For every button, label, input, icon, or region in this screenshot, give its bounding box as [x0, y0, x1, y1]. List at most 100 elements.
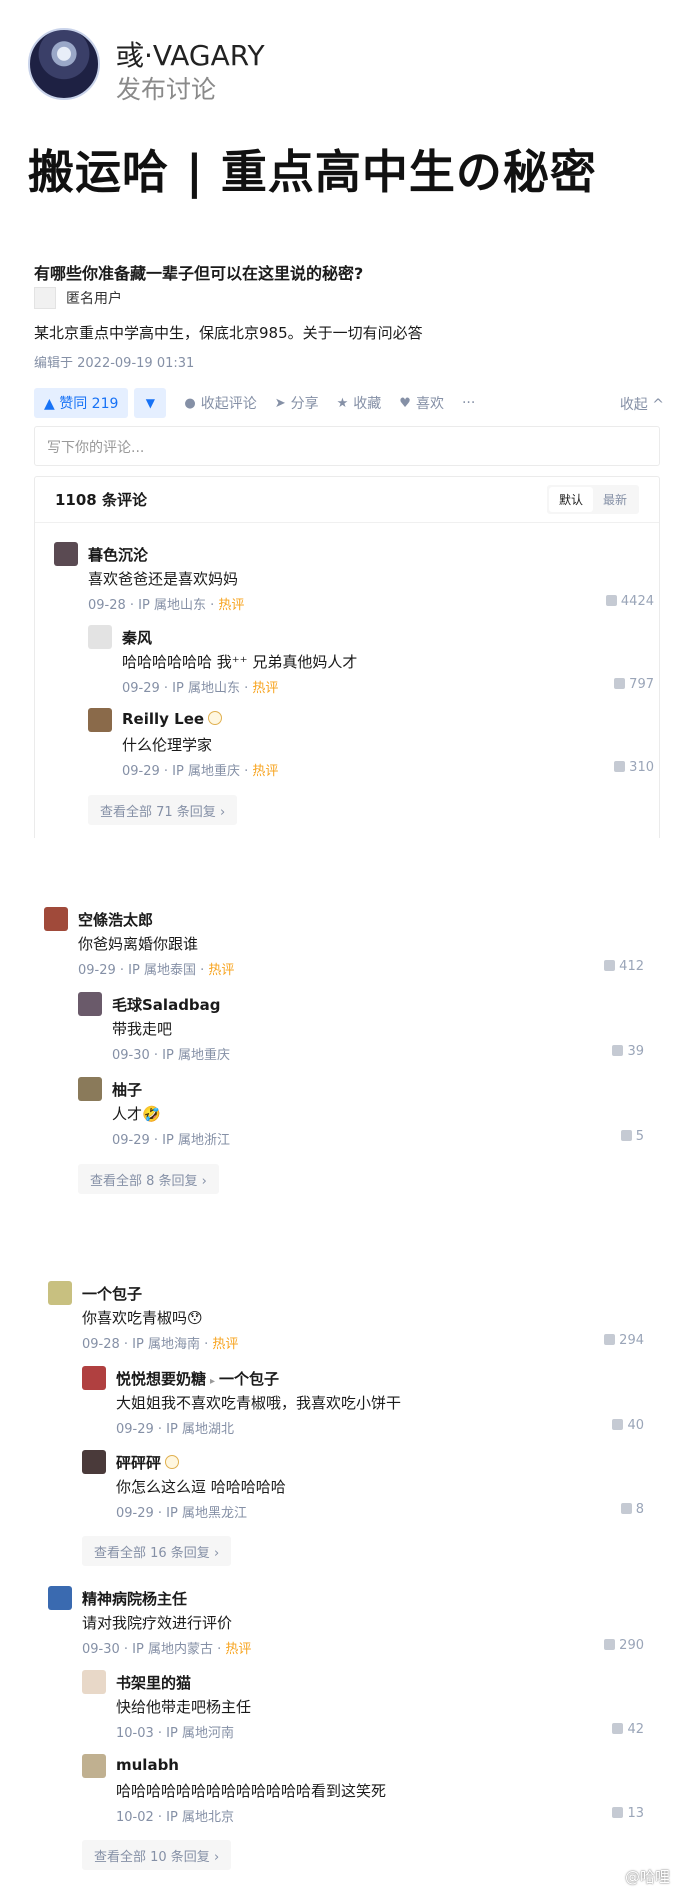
collapse-comments-label: 收起评论 — [200, 396, 257, 412]
comment-item: 精神病院杨主任 请对我院疗效进行评价 09-30 · IP 属地内蒙古 · 热评… — [48, 1586, 644, 1657]
commenter-name[interactable]: 柚子 — [112, 1079, 142, 1100]
comment-meta: 09-28 · IP 属地山东 · 热评 — [88, 594, 244, 613]
commenter-avatar[interactable] — [88, 708, 112, 732]
commenter-avatar[interactable] — [48, 1586, 72, 1610]
like-count[interactable]: 40 — [612, 1418, 644, 1433]
author-avatar[interactable] — [28, 28, 100, 100]
more-button[interactable]: ··· — [462, 395, 475, 411]
comment-meta: 09-30 · IP 属地内蒙古 · 热评 — [82, 1638, 251, 1657]
comment-text: 哈哈哈哈哈哈 我⁺⁺ 兄弟真他妈人才 — [122, 653, 358, 671]
comment-text: 喜欢爸爸还是喜欢妈妈 — [88, 570, 239, 588]
reply-item: mulabh 哈哈哈哈哈哈哈哈哈哈哈哈哈看到这笑死 10-02 · IP 属地北… — [82, 1754, 644, 1825]
comment-meta-text: 10-02 · IP 属地北京 — [116, 1810, 234, 1825]
comment-meta-text: 09-29 · IP 属地泰国 · — [78, 963, 209, 978]
reply-arrow-icon: ▸ — [210, 1376, 216, 1387]
commenter-name[interactable]: 一个包子 — [82, 1283, 142, 1304]
reply-to-name[interactable]: 一个包子 — [219, 1370, 279, 1388]
like-count-value: 39 — [627, 1044, 644, 1059]
like-button[interactable]: ♥ 喜欢 — [399, 393, 444, 413]
thumbs-up-icon — [604, 960, 616, 971]
like-count[interactable]: 412 — [604, 959, 644, 974]
like-count[interactable]: 42 — [612, 1722, 644, 1737]
commenter-name[interactable]: 空條浩太郎 — [78, 909, 153, 930]
thumbs-up-icon — [604, 1334, 616, 1345]
commenter-name[interactable]: 书架里的猫 — [116, 1672, 191, 1693]
share-button[interactable]: ➤ 分享 — [275, 393, 319, 413]
favorite-button[interactable]: ★ 收藏 — [337, 393, 382, 413]
commenter-avatar[interactable] — [78, 1077, 102, 1101]
comment-meta-text: 09-29 · IP 属地黑龙江 — [116, 1506, 247, 1521]
comment-text: 哈哈哈哈哈哈哈哈哈哈哈哈哈看到这笑死 — [116, 1782, 387, 1800]
answer-author: 匿名用户 — [34, 286, 122, 310]
like-count[interactable]: 39 — [612, 1044, 644, 1059]
like-count[interactable]: 294 — [604, 1333, 644, 1348]
comment-meta: 09-29 · IP 属地重庆 · 热评 — [122, 760, 278, 779]
post-title: 搬运哈 | 重点高中生の秘密 — [28, 145, 597, 199]
like-count-value: 797 — [629, 677, 654, 692]
answer-author-name: 匿名用户 — [66, 291, 122, 307]
comment-text: 什么伦理学家 — [122, 736, 213, 754]
commenter-avatar[interactable] — [44, 907, 68, 931]
like-count[interactable]: 8 — [620, 1502, 644, 1517]
post-author-header: 彧·VAGARY 发布讨论 — [28, 28, 668, 104]
comment-icon: ● — [184, 395, 196, 411]
comment-meta: 09-28 · IP 属地海南 · 热评 — [82, 1333, 238, 1352]
author-name[interactable]: 彧·VAGARY — [116, 34, 265, 74]
thumbs-up-icon — [620, 1130, 632, 1141]
comment-input[interactable]: 写下你的评论... — [34, 426, 660, 466]
commenter-avatar[interactable] — [82, 1450, 106, 1474]
like-count[interactable]: 4424 — [605, 594, 654, 609]
like-count-value: 310 — [629, 760, 654, 775]
reply-item: 柚子 人才🤣 09-29 · IP 属地浙江 5 — [78, 1077, 644, 1148]
comment-meta: 09-29 · IP 属地泰国 · 热评 — [78, 959, 234, 978]
comment-item: 一个包子 你喜欢吃青椒吗😯 09-28 · IP 属地海南 · 热评 294 — [48, 1281, 644, 1352]
upvote-button[interactable]: ▲ 赞同 219 — [34, 388, 129, 418]
downvote-button[interactable]: ▼ — [134, 388, 167, 418]
comment-meta: 10-02 · IP 属地北京 — [116, 1806, 234, 1825]
like-count[interactable]: 13 — [612, 1806, 644, 1821]
comment-meta: 09-29 · IP 属地黑龙江 — [116, 1502, 247, 1521]
like-count[interactable]: 290 — [604, 1638, 644, 1653]
like-count-value: 290 — [619, 1638, 644, 1653]
view-all-replies-button[interactable]: 查看全部 16 条回复 › — [82, 1536, 232, 1566]
reply-item: 毛球Saladbag 带我走吧 09-30 · IP 属地重庆 39 — [78, 992, 644, 1063]
commenter-avatar[interactable] — [48, 1281, 72, 1305]
commenter-name[interactable]: 精神病院杨主任 — [82, 1588, 187, 1609]
commenter-name[interactable]: 悦悦想要奶糖 ▸ 一个包子 — [116, 1368, 279, 1389]
commenter-name[interactable]: 砰砰砰 — [116, 1452, 180, 1473]
thumbs-up-icon — [612, 1807, 624, 1818]
sort-latest-tab[interactable]: 最新 — [593, 487, 637, 512]
question-title[interactable]: 有哪些你准备藏一辈子但可以在这里说的秘密? — [34, 260, 363, 284]
commenter-avatar[interactable] — [78, 992, 102, 1016]
sort-default-tab[interactable]: 默认 — [548, 487, 593, 512]
commenter-avatar[interactable] — [88, 625, 112, 649]
like-count[interactable]: 5 — [620, 1129, 644, 1144]
commenter-name[interactable]: 毛球Saladbag — [112, 994, 221, 1015]
commenter-name[interactable]: Reilly Lee — [122, 710, 223, 728]
commenter-name[interactable]: mulabh — [116, 1756, 179, 1774]
commenter-avatar[interactable] — [82, 1366, 106, 1390]
commenter-name[interactable]: 秦风 — [122, 627, 152, 648]
comment-meta-text: 09-30 · IP 属地重庆 — [112, 1048, 230, 1063]
collapse-comments-button[interactable]: ● 收起评论 — [184, 393, 256, 413]
view-all-replies-button[interactable]: 查看全部 8 条回复 › — [78, 1164, 219, 1194]
collapse-button[interactable]: 收起 ^ — [620, 394, 664, 414]
commenter-avatar[interactable] — [54, 542, 78, 566]
hot-tag: 热评 — [208, 963, 235, 978]
view-all-replies-button[interactable]: 查看全部 71 条回复 › — [88, 795, 238, 825]
reply-item: 书架里的猫 快给他带走吧杨主任 10-03 · IP 属地河南 42 — [82, 1670, 644, 1741]
view-all-replies-button[interactable]: 查看全部 10 条回复 › — [82, 1840, 232, 1870]
like-count-value: 8 — [635, 1502, 644, 1517]
like-count[interactable]: 797 — [614, 677, 654, 692]
reply-item: Reilly Lee 什么伦理学家 09-29 · IP 属地重庆 · 热评 3… — [88, 708, 654, 779]
commenter-name[interactable]: 暮色沉沦 — [88, 544, 148, 565]
commenter-avatar[interactable] — [82, 1670, 106, 1694]
comment-meta: 10-03 · IP 属地河南 — [116, 1722, 234, 1741]
like-count-value: 40 — [627, 1418, 644, 1433]
comment-meta-text: 09-29 · IP 属地湖北 — [116, 1422, 234, 1437]
commenter-avatar[interactable] — [82, 1754, 106, 1778]
like-count[interactable]: 310 — [614, 760, 654, 775]
verified-badge-icon — [208, 711, 223, 725]
like-count-value: 294 — [619, 1333, 644, 1348]
like-count-value: 5 — [635, 1129, 644, 1144]
